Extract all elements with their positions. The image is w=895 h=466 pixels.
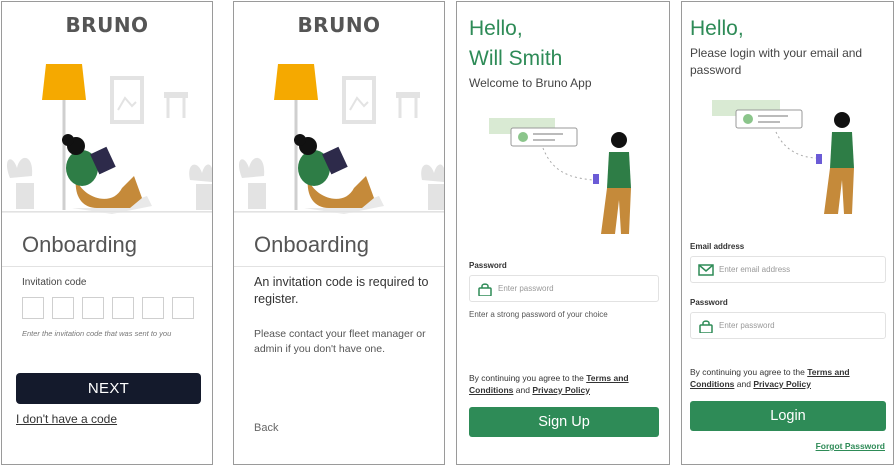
check-icon bbox=[518, 132, 528, 142]
invitation-code-label: Invitation code bbox=[22, 277, 87, 288]
woman-with-phone-illustration bbox=[712, 100, 854, 214]
email-label: Email address bbox=[690, 242, 745, 251]
login-subtitle: Please login with your email and passwor… bbox=[690, 46, 863, 77]
next-button[interactable]: NEXT bbox=[16, 373, 201, 404]
terms-and: and bbox=[515, 384, 530, 395]
forgot-password-link[interactable]: Forgot Password bbox=[816, 441, 885, 451]
brand-logo: BRUNO bbox=[65, 13, 149, 37]
divider bbox=[2, 266, 212, 267]
terms-and: and bbox=[736, 378, 751, 389]
invitation-code-inputs bbox=[22, 297, 194, 319]
reading-woman-illustration bbox=[2, 64, 212, 214]
mail-icon bbox=[698, 264, 714, 276]
code-digit-input[interactable] bbox=[172, 297, 194, 319]
email-field[interactable]: Enter email address bbox=[690, 256, 886, 283]
login-button[interactable]: Login bbox=[690, 401, 886, 431]
onboarding-code-screen: BRUNO Onboarding Invitation code Enter t… bbox=[1, 1, 213, 465]
code-required-message: An invitation code is required to regist… bbox=[254, 275, 429, 306]
password-help-text: Enter a strong password of your choice bbox=[469, 310, 608, 319]
code-digit-input[interactable] bbox=[22, 297, 44, 319]
reading-woman-illustration bbox=[234, 64, 444, 214]
code-digit-input[interactable] bbox=[142, 297, 164, 319]
greeting: Hello, bbox=[469, 17, 523, 40]
onboarding-no-code-screen: BRUNO Onboarding An invitation code is r… bbox=[233, 1, 445, 465]
contact-admin-message: Please contact your fleet manager or adm… bbox=[254, 328, 426, 355]
divider bbox=[234, 266, 444, 267]
greeting: Hello, bbox=[690, 17, 744, 40]
lock-icon bbox=[478, 283, 492, 296]
signup-button[interactable]: Sign Up bbox=[469, 407, 659, 437]
privacy-link[interactable]: Privacy Policy bbox=[532, 385, 590, 395]
login-screen: Hello, Please login with your email and … bbox=[681, 1, 894, 465]
password-field[interactable]: Enter password bbox=[469, 275, 659, 302]
welcome-text: Welcome to Bruno App bbox=[469, 76, 592, 90]
code-digit-input[interactable] bbox=[52, 297, 74, 319]
password-label: Password bbox=[469, 261, 507, 270]
code-digit-input[interactable] bbox=[112, 297, 134, 319]
back-link[interactable]: Back bbox=[254, 422, 278, 434]
email-placeholder: Enter email address bbox=[719, 265, 791, 274]
page-title: Onboarding bbox=[22, 232, 137, 257]
user-name: Will Smith bbox=[469, 47, 563, 70]
terms-notice: By continuing you agree to the Terms and… bbox=[469, 373, 659, 396]
code-digit-input[interactable] bbox=[82, 297, 104, 319]
signup-screen: Hello, Will Smith Welcome to Bruno App P… bbox=[456, 1, 670, 465]
invitation-code-hint: Enter the invitation code that was sent … bbox=[22, 329, 172, 338]
divider bbox=[234, 211, 444, 212]
privacy-link[interactable]: Privacy Policy bbox=[753, 379, 811, 389]
terms-prefix: By continuing you agree to the bbox=[469, 373, 584, 383]
password-label: Password bbox=[690, 298, 728, 307]
page-title: Onboarding bbox=[254, 232, 369, 257]
brand-logo: BRUNO bbox=[297, 13, 381, 37]
password-placeholder: Enter password bbox=[719, 321, 775, 330]
woman-with-phone-illustration bbox=[489, 118, 631, 234]
lock-icon bbox=[699, 320, 713, 333]
password-field[interactable]: Enter password bbox=[690, 312, 886, 339]
terms-prefix: By continuing you agree to the bbox=[690, 367, 805, 377]
check-icon bbox=[743, 114, 753, 124]
password-placeholder: Enter password bbox=[498, 284, 554, 293]
divider bbox=[2, 211, 212, 212]
terms-notice: By continuing you agree to the Terms and… bbox=[690, 367, 886, 390]
no-code-link[interactable]: I don't have a code bbox=[16, 412, 117, 426]
